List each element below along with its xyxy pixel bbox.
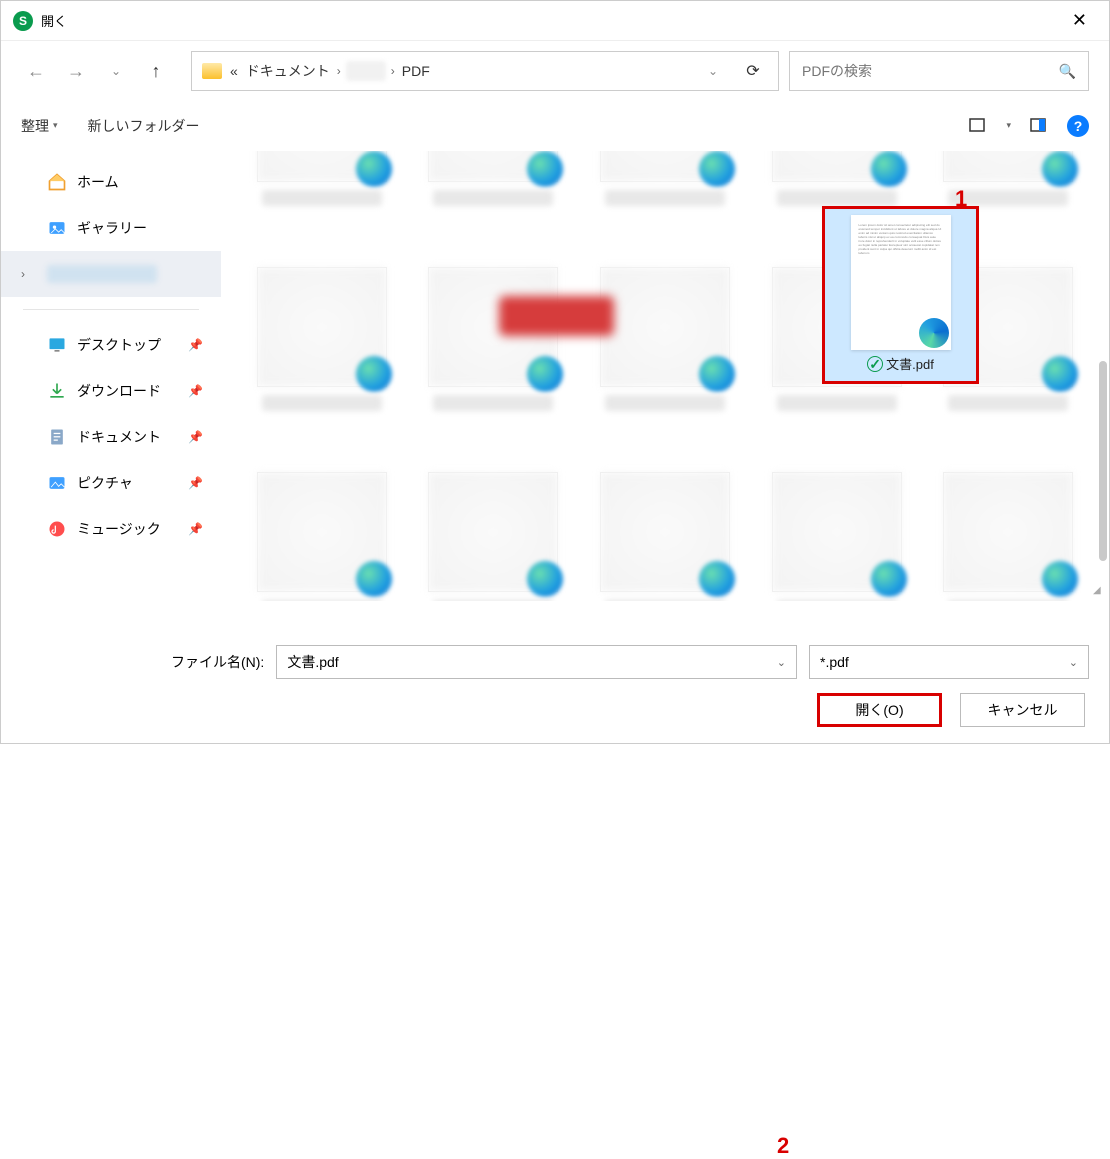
sidebar-item-pictures[interactable]: ピクチャ 📌 (1, 460, 221, 506)
pin-icon: 📌 (188, 476, 203, 490)
pdf-thumbnail: Lorem ipsum dolor sit amet consectetur a… (851, 215, 951, 350)
annotation-1: 1 (955, 186, 967, 212)
organize-menu[interactable]: 整理 ▾ (21, 116, 58, 136)
caret-down-icon[interactable]: ⌄ (1069, 656, 1078, 669)
nav-row: ← → ⌄ ↑ « ドキュメント › › PDF ⌄ ⟳ 🔍 (1, 41, 1109, 101)
folder-icon (202, 63, 222, 79)
file-item-selected[interactable]: Lorem ipsum dolor sit amet consectetur a… (822, 206, 979, 384)
music-icon (47, 519, 67, 539)
crumb-pdf[interactable]: PDF (398, 63, 434, 79)
document-icon (47, 427, 67, 447)
filename-value: 文書.pdf (287, 652, 338, 672)
breadcrumb-dropdown[interactable]: ⌄ (698, 56, 728, 86)
sidebar-item-gallery[interactable]: ギャラリー (1, 205, 221, 251)
file-item[interactable] (584, 421, 746, 601)
pin-icon: 📌 (188, 384, 203, 398)
sidebar-item-downloads[interactable]: ダウンロード 📌 (1, 368, 221, 414)
close-button[interactable]: ✕ (1062, 6, 1097, 35)
sidebar: ホーム ギャラリー › デスクトップ 📌 ダウンロード 📌 ドキュメント 📌 (1, 151, 221, 601)
up-button[interactable]: ↑ (141, 56, 171, 86)
file-area: Lorem ipsum dolor sit amet consectetur a… (221, 151, 1109, 601)
file-item[interactable] (756, 421, 918, 601)
organize-label: 整理 (21, 116, 49, 136)
sidebar-label: ホーム (77, 172, 119, 192)
desktop-icon (47, 335, 67, 355)
crumb-prefix: « (226, 63, 242, 79)
pin-icon: 📌 (188, 522, 203, 536)
app-icon: S (13, 11, 33, 31)
edge-badge-icon (919, 318, 949, 348)
caret-down-icon[interactable]: ⌄ (777, 656, 786, 669)
filetype-select[interactable]: *.pdf ⌄ (809, 645, 1089, 679)
pictures-icon (47, 473, 67, 493)
new-folder-button[interactable]: 新しいフォルダー (88, 116, 200, 136)
sidebar-item-documents[interactable]: ドキュメント 📌 (1, 414, 221, 460)
file-item[interactable] (413, 151, 575, 206)
search-input[interactable] (802, 63, 1059, 79)
open-button[interactable]: 開く(O) (817, 693, 942, 727)
view-caret[interactable]: ▾ (1006, 120, 1011, 131)
sidebar-label: ドキュメント (77, 427, 161, 447)
file-name-text: 文書.pdf (886, 354, 934, 373)
sidebar-label: ギャラリー (77, 218, 147, 238)
preview-pane-icon[interactable] (1029, 116, 1049, 136)
sidebar-label: ミュージック (77, 519, 161, 539)
cancel-button[interactable]: キャンセル (960, 693, 1085, 727)
file-item[interactable] (584, 151, 746, 206)
main-area: ホーム ギャラリー › デスクトップ 📌 ダウンロード 📌 ドキュメント 📌 (1, 151, 1109, 601)
recent-dropdown[interactable]: ⌄ (101, 56, 131, 86)
chevron-right-icon: › (334, 64, 344, 78)
forward-button[interactable]: → (61, 56, 91, 86)
caret-down-icon: ▾ (53, 120, 58, 131)
sidebar-item-music[interactable]: ミュージック 📌 (1, 506, 221, 552)
home-icon (47, 172, 67, 192)
file-item[interactable] (927, 151, 1089, 206)
sidebar-item-home[interactable]: ホーム (1, 159, 221, 205)
crumb-documents[interactable]: ドキュメント (242, 61, 334, 81)
sidebar-label: ダウンロード (77, 381, 161, 401)
sidebar-item-desktop[interactable]: デスクトップ 📌 (1, 322, 221, 368)
sidebar-label: ピクチャ (77, 473, 133, 493)
pin-icon: 📌 (188, 430, 203, 444)
chevron-right-icon: › (388, 64, 398, 78)
check-icon: ✓ (867, 356, 883, 372)
search-icon[interactable]: 🔍 (1059, 63, 1076, 80)
filename-label: ファイル名(N): (171, 652, 264, 672)
back-button[interactable]: ← (21, 56, 51, 86)
file-item[interactable] (927, 421, 1089, 601)
download-icon (47, 381, 67, 401)
search-box[interactable]: 🔍 (789, 51, 1089, 91)
bottom-bar: ファイル名(N): 文書.pdf ⌄ *.pdf ⌄ 2 開く(O) キャンセル (1, 631, 1109, 743)
toolbar: 整理 ▾ 新しいフォルダー ▾ ? (1, 101, 1109, 151)
file-item[interactable] (756, 151, 918, 206)
view-icon-1[interactable] (968, 116, 988, 136)
file-item[interactable] (241, 421, 403, 601)
blurred-thumb-accent (499, 296, 614, 336)
filename-input[interactable]: 文書.pdf ⌄ (276, 645, 797, 679)
gallery-icon (47, 218, 67, 238)
file-item[interactable] (241, 216, 403, 411)
file-item[interactable] (241, 151, 403, 206)
file-item[interactable] (413, 421, 575, 601)
scrollbar[interactable] (1099, 361, 1107, 561)
redacted-label (47, 265, 157, 283)
titlebar: S 開く ✕ (1, 1, 1109, 41)
chevron-right-icon: › (21, 267, 25, 281)
sidebar-label: デスクトップ (77, 335, 161, 355)
window-title: 開く (41, 11, 67, 30)
filetype-value: *.pdf (820, 654, 849, 670)
divider (23, 309, 199, 310)
file-name: ✓ 文書.pdf (867, 350, 934, 375)
help-icon[interactable]: ? (1067, 115, 1089, 137)
crumb-redacted (346, 61, 386, 81)
resize-grip[interactable]: ◢ (1093, 585, 1107, 599)
pin-icon: 📌 (188, 338, 203, 352)
sidebar-item-redacted[interactable]: › (1, 251, 221, 297)
refresh-button[interactable]: ⟳ (738, 56, 768, 86)
breadcrumb[interactable]: « ドキュメント › › PDF ⌄ ⟳ (191, 51, 779, 91)
